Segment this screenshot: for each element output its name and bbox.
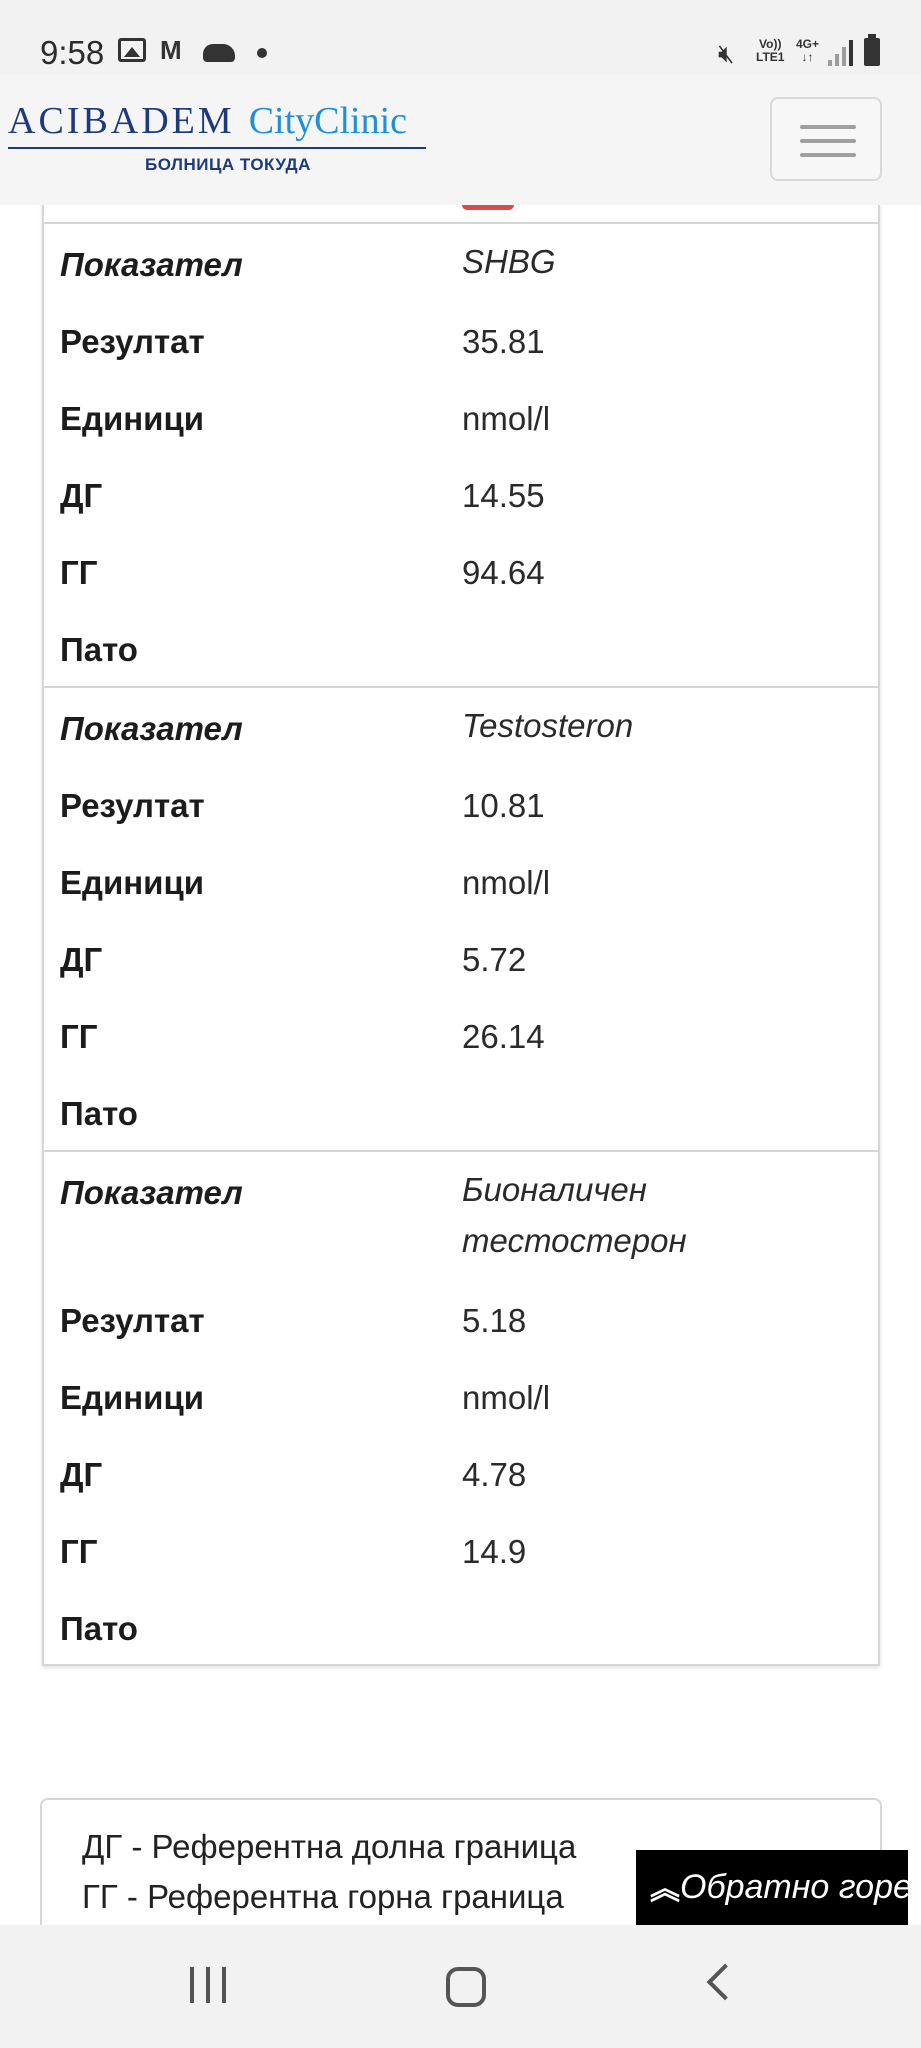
signal-icon [828,40,854,66]
status-time: 9:58 [40,34,105,71]
row-label: ГГ [60,1018,98,1055]
gallery-icon [118,38,146,62]
row-label: Показател [60,1174,243,1211]
result-row-lower-limit: ДГ 14.55 [44,477,878,537]
hamburger-line [800,125,856,129]
result-row-indicator: Показател Testosteron [44,707,878,770]
row-value: 5.72 [462,941,527,978]
battery-icon [864,34,880,66]
row-label: ДГ [60,1456,103,1493]
back-icon[interactable] [706,1963,744,2001]
result-row-upper-limit: ГГ 14.9 [44,1533,878,1593]
volte-top-text: Vo)) [759,37,782,51]
result-row-units: Единици nmol/l [44,864,878,924]
row-value: 94.64 [462,554,545,591]
dot-icon [257,48,267,58]
logo-city-text: CityClinic [248,100,408,142]
row-label: Единици [60,1379,205,1416]
logo[interactable]: ACIBADEM CityClinic БОЛНИЦА ТОКУДА [8,99,428,189]
result-block-bioavailable-testosterone: Показател Бионаличен тестостерон Резулта… [44,1150,878,1664]
hamburger-line [800,139,856,143]
result-row-indicator: Показател SHBG [44,243,878,306]
status-bar: 9:58 M 🔇︎ Vo)) LTE1 4G+ ↓↑ [0,0,921,75]
volte-icon: Vo)) LTE1 [756,38,784,64]
row-label: Резултат [60,323,205,360]
double-chevron-up-icon: ︽ [650,1873,680,1906]
menu-toggle-button[interactable] [770,97,882,181]
gmail-icon: M [160,35,182,65]
row-value: 5.18 [462,1302,527,1339]
legend-upper-limit: ГГ - Референтна горна граница [82,1878,564,1915]
result-row-pathology: Пато [44,631,878,691]
row-label: Резултат [60,787,205,824]
result-row-lower-limit: ДГ 4.78 [44,1456,878,1516]
result-block-testosteron: Показател Testosteron Резултат 10.81 Еди… [44,686,878,1150]
hamburger-line [800,153,856,157]
row-label: Резултат [60,1302,205,1339]
logo-wordmark: ACIBADEM CityClinic [8,99,407,143]
row-value: nmol/l [462,1379,551,1416]
cloud-icon [203,44,235,62]
row-value: 10.81 [462,787,545,824]
result-row-upper-limit: ГГ 26.14 [44,1018,878,1078]
logo-divider [8,147,426,149]
page: 9:58 M 🔇︎ Vo)) LTE1 4G+ ↓↑ ACIBADEM CityC… [0,0,921,2048]
result-row-indicator: Показател Бионаличен тестостерон [44,1171,878,1284]
result-row-upper-limit: ГГ 94.64 [44,554,878,614]
row-label: Пато [60,1610,138,1647]
row-value: nmol/l [462,400,551,437]
row-label: Пато [60,1095,138,1132]
result-row-result: Резултат 5.18 [44,1302,878,1362]
results-card: Показател SHBG Резултат 35.81 Единици nm… [42,150,880,1666]
row-label: Единици [60,864,205,901]
mute-icon: 🔇︎ [718,38,735,68]
row-value: SHBG [462,243,556,280]
volte-bottom-text: LTE1 [756,50,785,64]
row-label: Единици [60,400,205,437]
navigation-bar [0,1925,921,2048]
result-row-lower-limit: ДГ 5.72 [44,941,878,1001]
row-value: 4.78 [462,1456,527,1493]
row-value: 14.55 [462,477,545,514]
network-top-text: 4G+ [796,37,820,51]
logo-main-text: ACIBADEM [8,100,235,142]
home-icon[interactable] [446,1967,486,2007]
result-block-shbg: Показател SHBG Резултат 35.81 Единици nm… [44,222,878,686]
logo-subtitle: БОЛНИЦА ТОКУДА [145,155,311,174]
result-row-pathology: Пато [44,1095,878,1155]
row-label: ГГ [60,554,98,591]
row-label: Пато [60,631,138,668]
result-row-units: Единици nmol/l [44,1379,878,1439]
site-header: ACIBADEM CityClinic БОЛНИЦА ТОКУДА [0,75,921,205]
row-value: Бионаличен тестостерон [462,1171,687,1259]
row-label: ДГ [60,941,103,978]
network-bottom-text: ↓↑ [801,50,814,64]
row-value: Testosteron [462,707,634,744]
result-row-pathology: Пато [44,1610,878,1670]
result-row-result: Резултат 10.81 [44,787,878,847]
result-row-result: Резултат 35.81 [44,323,878,383]
row-value: nmol/l [462,864,551,901]
legend-lower-limit: ДГ - Референтна долна граница [82,1828,577,1865]
row-value: 35.81 [462,323,545,360]
back-to-top-label: Обратно горе [680,1868,912,1906]
back-to-top-button[interactable]: ︽ Обратно горе [636,1850,912,1925]
row-value: 14.9 [462,1533,527,1570]
recent-apps-icon[interactable] [190,1967,228,2003]
row-label: ГГ [60,1533,98,1570]
4g-icon: 4G+ ↓↑ [796,38,819,64]
row-label: Показател [60,710,243,747]
row-label: ДГ [60,477,103,514]
row-value: 26.14 [462,1018,545,1055]
result-row-units: Единици nmol/l [44,400,878,460]
row-label: Показател [60,246,243,283]
